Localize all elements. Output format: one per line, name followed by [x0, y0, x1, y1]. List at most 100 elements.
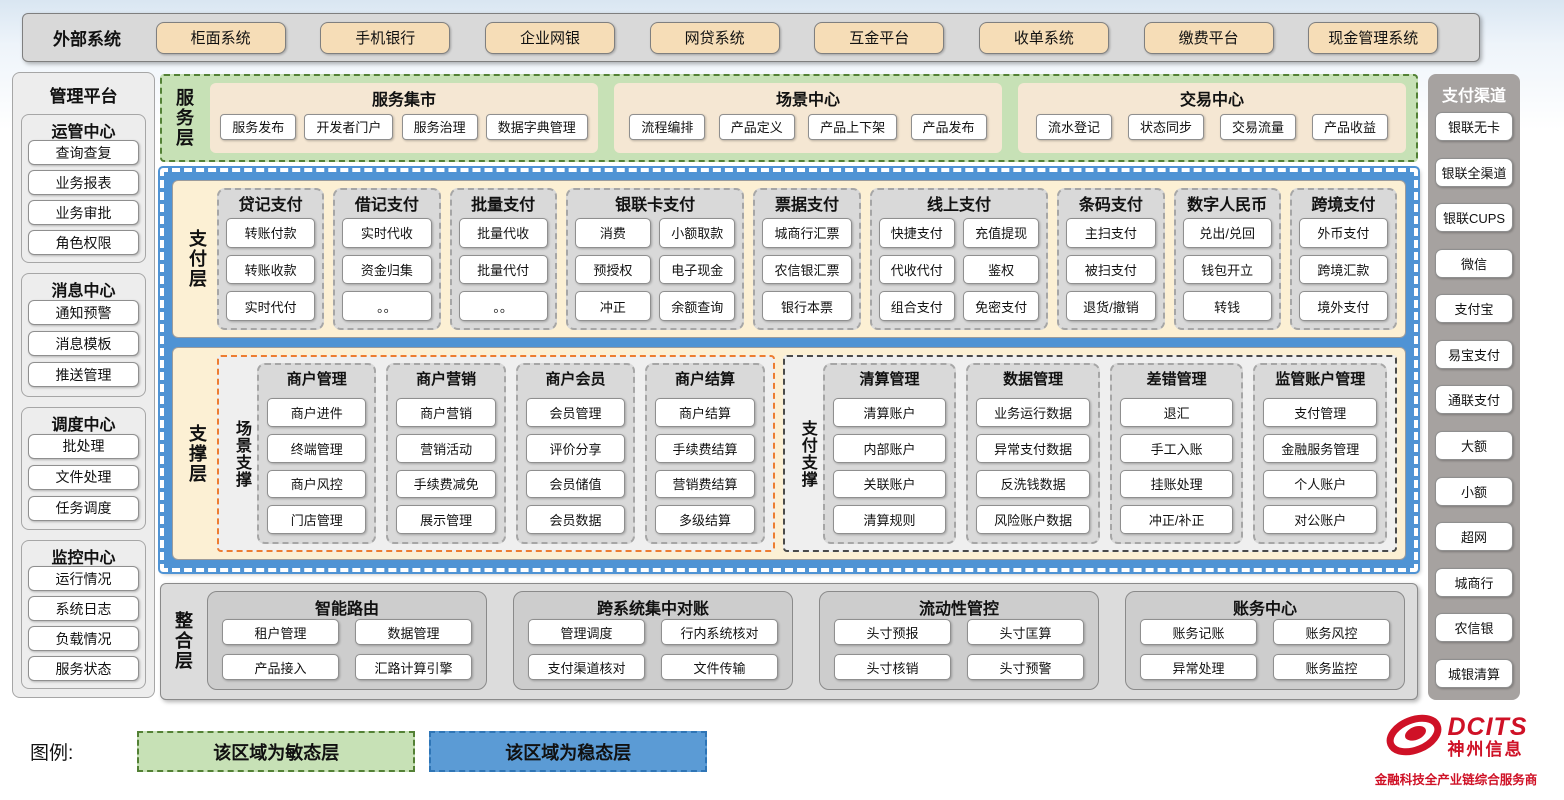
- integration-item-box: 头寸预警: [967, 654, 1084, 680]
- service-item-box: 产品发布: [911, 114, 987, 140]
- payment-group-title: 银联卡支付: [575, 194, 736, 218]
- support-item-box: 内部账户: [833, 434, 947, 463]
- support-item-box: 商户风控: [267, 470, 366, 499]
- integration-item-box: 账务风控: [1273, 619, 1390, 645]
- legend-label: 图例:: [30, 738, 73, 765]
- payment-group-title: 票据支付: [762, 194, 851, 218]
- management-item-box: 角色权限: [28, 230, 139, 255]
- service-item-box: 状态同步: [1128, 114, 1204, 140]
- logo-brand-text: DCITS: [1448, 715, 1528, 740]
- payment-group-title: 借记支付: [342, 194, 431, 218]
- support-item-box: 退汇: [1120, 398, 1234, 427]
- payment-group-title: 数字人民币: [1183, 194, 1272, 218]
- payment-layer-label: 支付层: [181, 188, 213, 330]
- payment-channel-box: 超网: [1435, 522, 1513, 551]
- management-platform-title: 管理平台: [21, 77, 146, 114]
- support-column: 商户会员会员管理评价分享会员储值会员数据: [516, 363, 635, 544]
- integration-item-box: 行内系统核对: [661, 619, 778, 645]
- payment-group-items: 快捷支付充值提现代收代付鉴权组合支付免密支付: [879, 218, 1040, 321]
- integration-group-title: 流动性管控: [834, 595, 1084, 619]
- external-system-box: 互金平台: [814, 22, 944, 54]
- support-item-box: 营销活动: [396, 434, 495, 463]
- management-item-box: 通知预警: [28, 300, 139, 325]
- management-sections: 运管中心查询查复业务报表业务审批角色权限消息中心通知预警消息模板推送管理调度中心…: [21, 114, 146, 689]
- payment-channel-box: 城商行: [1435, 568, 1513, 597]
- payment-item-box: 农信银汇票: [762, 255, 851, 285]
- payment-item-box: 实时代收: [342, 218, 431, 248]
- payment-item-box: 批量代收: [459, 218, 548, 248]
- support-column: 商户管理商户进件终端管理商户风控门店管理: [257, 363, 376, 544]
- support-item-box: 反洗钱数据: [976, 470, 1090, 499]
- integration-group-title: 账务中心: [1140, 595, 1390, 619]
- service-item-box: 开发者门户: [304, 114, 393, 140]
- payment-group: 借记支付实时代收资金归集。。: [333, 188, 440, 330]
- service-item-box: 服务发布: [220, 114, 296, 140]
- payment-item-box: 兑出/兑回: [1183, 218, 1272, 248]
- payment-group-items: 城商行汇票农信银汇票银行本票: [762, 218, 851, 321]
- service-layer-groups: 服务集市服务发布开发者门户服务治理数据字典管理场景中心流程编排产品定义产品上下架…: [210, 83, 1406, 153]
- payment-columns: 贷记支付转账付款转账收款实时代付借记支付实时代收资金归集。。批量支付批量代收批量…: [217, 188, 1397, 330]
- management-section-title: 调度中心: [28, 411, 139, 433]
- support-column-title: 商户结算: [655, 369, 754, 391]
- payment-item-box: 冲正: [575, 291, 651, 321]
- support-item-box: 手工入账: [1120, 434, 1234, 463]
- payment-channel-box: 微信: [1435, 249, 1513, 278]
- integration-group: 跨系统集中对账管理调度行内系统核对支付渠道核对文件传输: [513, 591, 793, 690]
- external-system-box: 收单系统: [979, 22, 1109, 54]
- support-item-box: 对公账户: [1263, 505, 1377, 534]
- service-item-box: 产品上下架: [808, 114, 897, 140]
- integration-item-box: 账务记账: [1140, 619, 1257, 645]
- service-item-box: 服务治理: [402, 114, 478, 140]
- service-item-box: 流水登记: [1036, 114, 1112, 140]
- payment-group: 条码支付主扫支付被扫支付退货/撤销: [1057, 188, 1164, 330]
- dcits-logo: DCITS 神州信息 金融科技全产业链综合服务商: [1356, 710, 1556, 788]
- integration-item-box: 异常处理: [1140, 654, 1257, 680]
- service-group: 服务集市服务发布开发者门户服务治理数据字典管理: [210, 83, 598, 153]
- integration-item-box: 管理调度: [528, 619, 645, 645]
- payment-channel-box: 城银清算: [1435, 659, 1513, 688]
- management-item-box: 批处理: [28, 434, 139, 459]
- payment-group: 跨境支付外币支付跨境汇款境外支付: [1290, 188, 1397, 330]
- management-section-title: 消息中心: [28, 277, 139, 299]
- management-section-title: 监控中心: [28, 544, 139, 566]
- support-item-box: 冲正/补正: [1120, 505, 1234, 534]
- service-item-box: 产品定义: [719, 114, 795, 140]
- payment-group: 线上支付快捷支付充值提现代收代付鉴权组合支付免密支付: [870, 188, 1049, 330]
- payment-item-box: 主扫支付: [1066, 218, 1155, 248]
- payment-item-box: 电子现金: [659, 255, 735, 285]
- support-layer: 支撑层 场景支撑商户管理商户进件终端管理商户风控门店管理商户营销商户营销营销活动…: [172, 347, 1406, 560]
- payment-item-box: 。。: [459, 291, 548, 321]
- payment-group-title: 批量支付: [459, 194, 548, 218]
- support-item-box: 会员数据: [526, 505, 625, 534]
- integration-item-box: 汇路计算引擎: [355, 654, 472, 680]
- payment-item-box: 。。: [342, 291, 431, 321]
- payment-item-box: 跨境汇款: [1299, 255, 1388, 285]
- integration-group-items: 账务记账账务风控异常处理账务监控: [1140, 619, 1390, 680]
- support-group-columns: 商户管理商户进件终端管理商户风控门店管理商户营销商户营销营销活动手续费减免展示管…: [257, 363, 765, 544]
- support-item-box: 终端管理: [267, 434, 366, 463]
- support-group-pay: 支付支撑清算管理清算账户内部账户关联账户清算规则数据管理业务运行数据异常支付数据…: [783, 355, 1397, 552]
- payment-item-box: 免密支付: [963, 291, 1039, 321]
- payment-channel-box: 农信银: [1435, 613, 1513, 642]
- integration-item-box: 头寸核销: [834, 654, 951, 680]
- payment-item-box: 实时代付: [226, 291, 315, 321]
- support-item-box: 清算规则: [833, 505, 947, 534]
- service-group-items: 流水登记状态同步交易流量产品收益: [1028, 108, 1396, 145]
- support-item-box: 手续费结算: [655, 434, 754, 463]
- management-platform-panel: 管理平台 运管中心查询查复业务报表业务审批角色权限消息中心通知预警消息模板推送管…: [12, 72, 155, 698]
- management-section-items: 通知预警消息模板推送管理: [28, 299, 139, 389]
- support-item-box: 会员管理: [526, 398, 625, 427]
- payment-group-items: 实时代收资金归集。。: [342, 218, 431, 321]
- payment-item-box: 退货/撤销: [1066, 291, 1155, 321]
- integration-item-box: 文件传输: [661, 654, 778, 680]
- payment-channel-box: 通联支付: [1435, 385, 1513, 414]
- support-column: 商户营销商户营销营销活动手续费减免展示管理: [386, 363, 505, 544]
- payment-channel-box: 银联无卡: [1435, 112, 1513, 141]
- external-system-box: 手机银行: [320, 22, 450, 54]
- payment-group: 贷记支付转账付款转账收款实时代付: [217, 188, 324, 330]
- dcits-swirl-icon: [1385, 710, 1443, 765]
- payment-group: 银联卡支付消费小额取款预授权电子现金冲正余额查询: [566, 188, 745, 330]
- support-layer-label: 支撑层: [181, 355, 213, 552]
- payment-group-title: 跨境支付: [1299, 194, 1388, 218]
- integration-item-box: 账务监控: [1273, 654, 1390, 680]
